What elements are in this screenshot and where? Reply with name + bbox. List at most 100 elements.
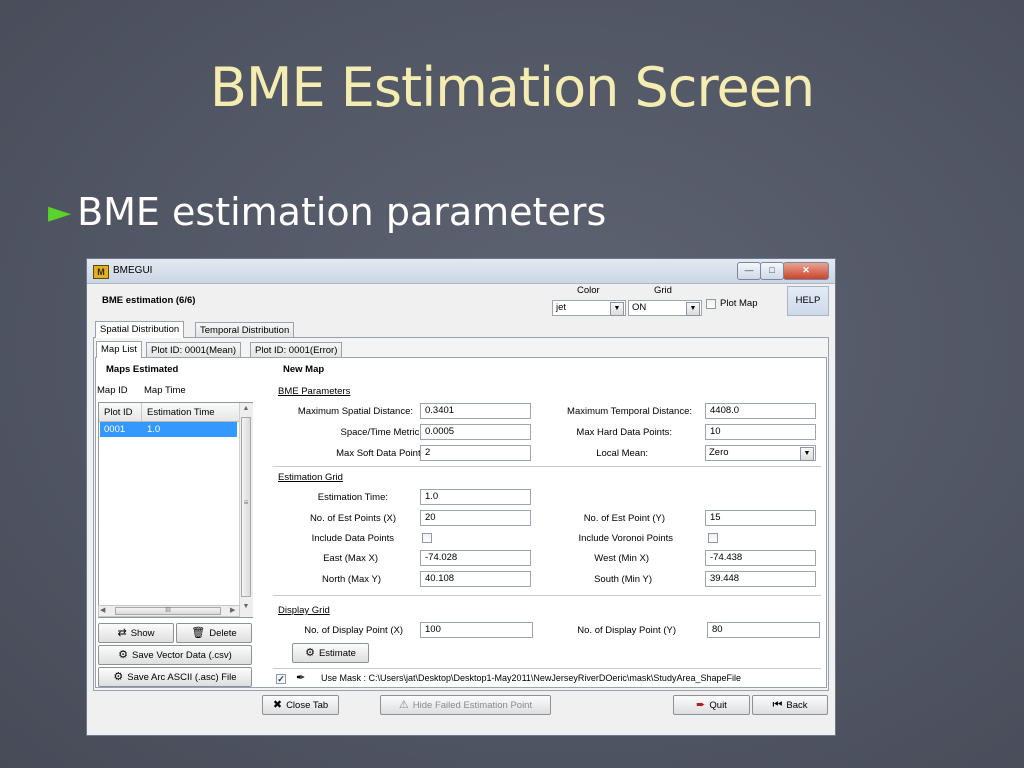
east-input[interactable]: -74.028 [420, 550, 531, 566]
back-icon: ⏮ [772, 699, 783, 711]
scroll-up-icon[interactable]: ▲ [241, 405, 251, 413]
tab-map-list[interactable]: Map List [96, 341, 142, 358]
back-label: Back [786, 700, 808, 711]
slide-bullet: ► BME estimation parameters [48, 190, 606, 234]
max-hard-input[interactable]: 10 [705, 424, 816, 440]
quit-button[interactable]: ➨ Quit [673, 695, 750, 715]
est-x-input[interactable]: 20 [420, 510, 531, 526]
new-map-title: New Map [283, 364, 325, 375]
include-voronoi-label: Include Voronoi Points [578, 533, 673, 544]
grid-label: Grid [654, 285, 672, 296]
map-time-label: Map Time [144, 385, 186, 396]
plot-map-label: Plot Map [720, 298, 758, 309]
west-input[interactable]: -74.438 [705, 550, 816, 566]
save-arc-icon: ⚙ [113, 671, 124, 683]
help-button[interactable]: HELP [787, 286, 829, 316]
max-spatial-input[interactable]: 0.3401 [420, 403, 531, 419]
include-voronoi-checkbox[interactable] [708, 533, 718, 543]
color-select[interactable]: jet ▼ [552, 300, 626, 316]
bullet-text: BME estimation parameters [77, 190, 607, 234]
divider [273, 668, 821, 669]
bullet-arrow-icon: ► [48, 195, 72, 230]
col-plot-id[interactable]: Plot ID [104, 407, 133, 418]
table-row[interactable]: 0001 1.0 [100, 422, 237, 437]
delete-button[interactable]: 🗑 Delete [176, 623, 252, 643]
disp-y-input[interactable]: 80 [707, 622, 820, 638]
col-estimation-time[interactable]: Estimation Time [147, 407, 215, 418]
map-id-label: Map ID [97, 385, 128, 396]
color-select-value: jet [556, 302, 567, 313]
disp-x-input[interactable]: 100 [420, 622, 533, 638]
max-temporal-label: Maximum Temporal Distance: [567, 406, 692, 417]
est-time-label: Estimation Time: [317, 492, 388, 503]
slide-title: BME Estimation Screen [209, 56, 815, 119]
scroll-thumb[interactable]: ≡ [241, 417, 251, 597]
row-estimation-time: 1.0 [147, 424, 161, 435]
warning-icon: ⚠ [398, 699, 409, 711]
table-header: Plot ID Estimation Time [99, 403, 239, 422]
back-button[interactable]: ⏮ Back [752, 695, 828, 715]
save-arc-label: Save Arc ASCII (.asc) File [127, 672, 237, 683]
horizontal-scrollbar[interactable]: ◀ III ▶ [98, 605, 240, 617]
metric-label: Space/Time Metric: [340, 427, 422, 438]
color-label: Color [577, 285, 600, 296]
minimize-button[interactable]: — [737, 262, 761, 280]
est-y-input[interactable]: 15 [705, 510, 816, 526]
tab-plot-error[interactable]: Plot ID: 0001(Error) [250, 342, 343, 358]
row-plot-id: 0001 [104, 424, 126, 435]
grid-select[interactable]: ON ▼ [628, 300, 702, 316]
maximize-button[interactable]: □ [760, 262, 784, 280]
local-mean-value: Zero [709, 447, 729, 458]
north-label: North (Max Y) [322, 574, 381, 585]
include-data-checkbox[interactable] [422, 533, 432, 543]
south-input[interactable]: 39.448 [705, 571, 816, 587]
show-button[interactable]: ⇄ Show [98, 623, 174, 643]
exit-icon: ➨ [696, 699, 706, 711]
step-header: BME estimation (6/6) [102, 295, 196, 306]
scroll-left-icon[interactable]: ◀ [100, 606, 105, 614]
window-titlebar[interactable]: M BMEGUI — □ ✕ [87, 259, 835, 284]
est-grid-title: Estimation Grid [278, 472, 343, 483]
disp-y-label: No. of Display Point (Y) [577, 625, 676, 636]
pipette-icon[interactable]: ✒ [296, 671, 305, 684]
est-x-label: No. of Est Points (X) [309, 513, 396, 524]
max-soft-label: Max Soft Data Points: [336, 448, 428, 459]
north-input[interactable]: 40.108 [420, 571, 531, 587]
metric-input[interactable]: 0.0005 [420, 424, 531, 440]
local-mean-label: Local Mean: [596, 448, 648, 459]
max-temporal-input[interactable]: 4408.0 [705, 403, 816, 419]
west-label: West (Min X) [594, 553, 649, 564]
trash-icon: 🗑 [191, 627, 206, 639]
show-label: Show [130, 628, 155, 639]
tab-spatial-distribution[interactable]: Spatial Distribution [95, 321, 185, 338]
max-hard-label: Max Hard Data Points: [576, 427, 672, 438]
save-arc-button[interactable]: ⚙ Save Arc ASCII (.asc) File [98, 667, 252, 687]
use-mask-checkbox[interactable]: ✓ [276, 674, 286, 684]
vertical-scrollbar[interactable]: ▲ ≡ ▼ [239, 403, 253, 617]
bmegui-window: M BMEGUI — □ ✕ BME estimation (6/6) Colo… [86, 258, 836, 736]
scroll-right-icon[interactable]: ▶ [230, 606, 235, 614]
close-tab-button[interactable]: ✖ Close Tab [262, 695, 339, 715]
scroll-down-icon[interactable]: ▼ [241, 603, 251, 611]
save-vector-button[interactable]: ⚙ Save Vector Data (.csv) [98, 645, 252, 665]
max-soft-input[interactable]: 2 [420, 445, 531, 461]
plot-map-checkbox[interactable] [706, 299, 716, 309]
use-mask-label: Use Mask : C:\Users\jat\Desktop\Desktop1… [321, 673, 741, 683]
hscroll-thumb[interactable]: III [115, 607, 221, 615]
tab-plot-mean[interactable]: Plot ID: 0001(Mean) [146, 342, 242, 358]
chevron-down-icon: ▼ [610, 302, 624, 316]
close-window-button[interactable]: ✕ [783, 262, 829, 280]
grid-select-value: ON [632, 302, 647, 313]
hide-failed-button[interactable]: ⚠ Hide Failed Estimation Point [380, 695, 551, 715]
save-vector-icon: ⚙ [118, 649, 129, 661]
local-mean-select[interactable]: Zero ▼ [705, 445, 816, 461]
chevron-down-icon: ▼ [686, 302, 700, 316]
show-icon: ⇄ [117, 627, 127, 639]
tab-temporal-distribution[interactable]: Temporal Distribution [195, 322, 295, 338]
est-time-input[interactable]: 1.0 [420, 489, 531, 505]
app-icon: M [93, 265, 109, 279]
maps-table: Plot ID Estimation Time 0001 1.0 ▲ ≡ ▼ [98, 402, 253, 618]
estimate-button[interactable]: ⚙ Estimate [292, 643, 369, 663]
chevron-down-icon: ▼ [800, 447, 814, 461]
quit-label: Quit [709, 700, 727, 711]
